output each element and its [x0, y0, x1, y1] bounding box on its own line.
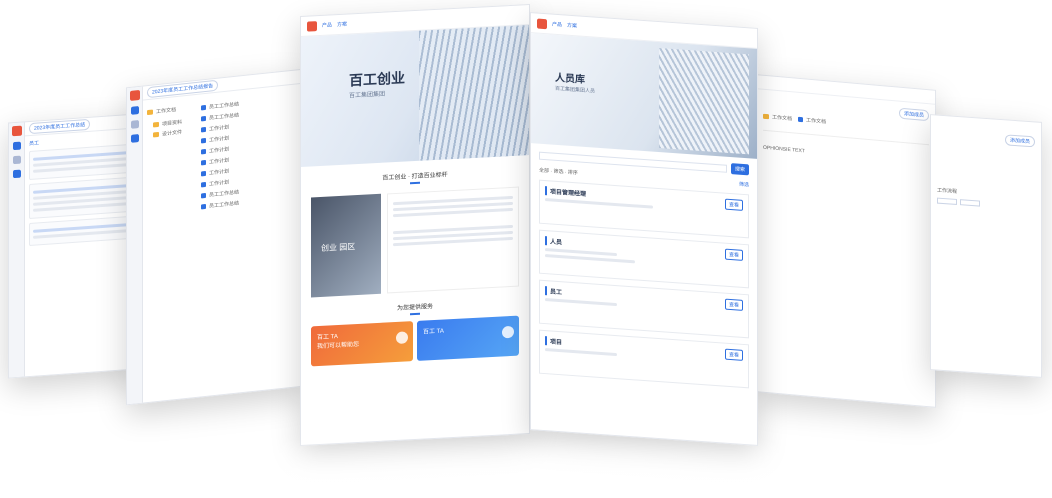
- arrow-icon[interactable]: [502, 325, 514, 339]
- list-icon[interactable]: [13, 155, 21, 165]
- file-icon: [201, 182, 206, 188]
- hero-banner: 人员库 百工集团集团人员: [531, 33, 757, 159]
- hero-title: 人员库: [555, 72, 585, 86]
- feature-block: 创业 园区: [311, 186, 519, 298]
- hero-title: 百工创业: [349, 69, 405, 89]
- folder-nav-icon[interactable]: [131, 105, 139, 115]
- item-title: 项目: [545, 336, 725, 358]
- folder-item[interactable]: 设计文件: [153, 127, 193, 138]
- folder-tree: 工作文档 项目资料 设计文件: [147, 101, 193, 220]
- showcase-stage: 2023年度员工工作总结 员工 2023年度员工工作总结报告 工作文档 项目资料…: [0, 0, 1052, 498]
- hero-subtitle: 百工集团集团人员: [555, 85, 596, 95]
- comment-card: [29, 215, 133, 247]
- sidebar: [9, 122, 25, 378]
- file-icon: [201, 149, 206, 155]
- option-button[interactable]: [960, 199, 980, 207]
- add-member-button[interactable]: 添加成员: [1004, 134, 1035, 148]
- file-icon: [201, 193, 206, 199]
- cta-title: 百工 TA: [423, 328, 444, 336]
- section-underline: [410, 181, 420, 185]
- nav-link-product[interactable]: 产品: [322, 21, 332, 29]
- doc-icon[interactable]: [13, 141, 21, 151]
- doc-body: 员工: [9, 129, 137, 248]
- folder-item[interactable]: 项目资料: [153, 117, 193, 128]
- view-button[interactable]: 查看: [724, 298, 743, 311]
- file-icon: [201, 105, 206, 111]
- cta-card[interactable]: 百工 TA 我们可以帮助您: [311, 321, 413, 367]
- app-logo-icon: [130, 89, 140, 101]
- feature-image-text: 创业 园区: [321, 242, 356, 253]
- app-window-left-far: 2023年度员工工作总结 员工: [8, 113, 138, 379]
- brand-logo-icon: [537, 18, 547, 29]
- file-icon: [201, 127, 206, 133]
- comment-card: [29, 176, 133, 220]
- section-underline: [410, 312, 420, 316]
- sidebar: [127, 86, 143, 405]
- chip[interactable]: 工作文档: [763, 113, 792, 122]
- website-landing-page: 产品 方案 百工创业 百工集团集团 百工创业 · 打造百业标杆 创业 园区 为您…: [300, 3, 530, 447]
- file-icon: [201, 138, 206, 144]
- option-button[interactable]: [937, 197, 957, 205]
- workflow-panel: 工作流程: [931, 146, 1041, 211]
- search-button[interactable]: 搜索: [730, 163, 749, 176]
- file-icon: [201, 160, 206, 166]
- floor-reflection: [0, 438, 1052, 498]
- file-icon: [798, 116, 804, 123]
- folder-icon: [153, 132, 159, 138]
- item-title: 员工: [545, 286, 725, 308]
- list-icon[interactable]: [131, 119, 139, 129]
- chip[interactable]: 工作文档: [798, 116, 826, 125]
- list-item[interactable]: 人员 查看: [539, 229, 749, 289]
- app-window-left: 2023年度员工工作总结报告 工作文档 项目资料 设计文件 员工工作总结 员工工…: [126, 68, 304, 406]
- hero-banner: 百工创业 百工集团集团: [301, 25, 529, 167]
- file-icon: [201, 171, 206, 177]
- view-button[interactable]: 查看: [724, 198, 743, 211]
- folder-item[interactable]: 工作文档: [147, 104, 193, 116]
- comment-card: [29, 143, 133, 181]
- file-browser: 工作文档 项目资料 设计文件 员工工作总结 员工工作总结 工作计划 工作计划 工…: [127, 84, 303, 222]
- nav-link-solution[interactable]: 方案: [337, 21, 347, 29]
- filter-label: 全部 · 筛选 · 排序: [539, 167, 578, 177]
- user-icon[interactable]: [13, 169, 21, 179]
- folder-icon: [147, 109, 153, 116]
- view-button[interactable]: 查看: [724, 348, 743, 361]
- item-title: 人员: [545, 236, 725, 258]
- website-directory-page: 产品 方案 人员库 百工集团集团人员 搜索 全部 · 筛选 · 排序 筛选 项目…: [530, 12, 758, 446]
- list-item[interactable]: 项目 查看: [539, 329, 749, 389]
- cta-row: 百工 TA 我们可以帮助您 百工 TA: [311, 315, 519, 367]
- building-graphic: [419, 25, 529, 161]
- file-icon: [201, 204, 206, 210]
- filter-link[interactable]: 筛选: [739, 181, 749, 189]
- body-text: OPHIONSIE TEXT: [763, 144, 805, 155]
- editor-body: OPHIONSIE TEXT: [763, 129, 929, 166]
- file-icon: [201, 116, 206, 122]
- nav-link-product[interactable]: 产品: [552, 21, 562, 29]
- folder-icon: [153, 122, 159, 128]
- app-window-right-far: 添加成员 工作流程: [930, 114, 1042, 378]
- app-window-right: 添加成员 工作文档 工作文档 OPHIONSIE TEXT: [756, 74, 936, 408]
- hero-subtitle: 百工集团集团: [349, 91, 386, 100]
- list-item[interactable]: 员工 查看: [539, 279, 749, 339]
- nav-link-solution[interactable]: 方案: [567, 22, 577, 30]
- building-graphic: [659, 48, 749, 155]
- view-button[interactable]: 查看: [724, 248, 743, 261]
- brand-logo-icon: [307, 20, 317, 32]
- add-member-button[interactable]: 添加成员: [898, 107, 929, 122]
- folder-icon: [763, 113, 769, 120]
- user-icon[interactable]: [131, 133, 139, 143]
- feature-image: 创业 园区: [311, 193, 381, 298]
- cta-card[interactable]: 百工 TA: [417, 315, 519, 361]
- feature-description: [387, 186, 519, 294]
- list-item[interactable]: 项目管理经理 查看: [539, 179, 749, 239]
- file-list: 员工工作总结 员工工作总结 工作计划 工作计划 工作计划 工作计划 工作计划 工…: [201, 90, 299, 214]
- app-logo-icon: [12, 125, 22, 137]
